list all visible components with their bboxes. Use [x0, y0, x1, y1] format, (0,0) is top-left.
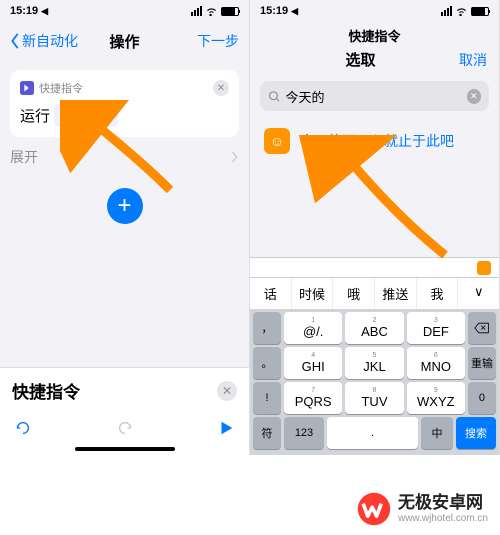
bottom-bar: 快捷指令 ✕: [0, 367, 249, 455]
param-button[interactable]: 快捷指令: [54, 104, 118, 127]
clear-button[interactable]: ✕: [217, 381, 237, 401]
back-label: 新自动化: [22, 31, 78, 51]
undo-icon[interactable]: [14, 419, 32, 437]
key[interactable]: 8TUV: [345, 382, 403, 414]
backspace-icon: [474, 322, 490, 334]
key-space[interactable]: .: [327, 417, 418, 449]
key[interactable]: 1@/.: [284, 312, 342, 344]
run-label: 运行: [20, 108, 50, 125]
location-icon: ◀: [291, 6, 298, 17]
nav-title: 操作: [109, 31, 139, 52]
result-icon: ☺: [264, 128, 290, 154]
nav-header: 快捷指令: [348, 26, 400, 45]
key[interactable]: 2ABC: [345, 312, 403, 344]
wifi-icon: [205, 6, 218, 16]
chevron-right-icon: [231, 151, 239, 163]
result-text: 今天的不开心就止于此吧: [300, 131, 454, 151]
key-period[interactable]: 。: [253, 347, 281, 379]
key-symbol[interactable]: 符: [253, 417, 281, 449]
phone-left: 15:19◀ 新自动化 操作 下一步 快捷指令 ✕: [0, 0, 250, 455]
nav-bar: 快捷指令 选取 取消: [250, 22, 499, 76]
key-shift[interactable]: !: [253, 382, 281, 414]
status-time: 15:19: [260, 5, 288, 17]
search-result-item[interactable]: ☺ 今天的不开心就止于此吧: [250, 116, 499, 166]
suggestion[interactable]: 推送: [375, 278, 417, 309]
keyboard: 话 时候 哦 推送 我 ∨ ， 1@/. 2ABC 3DEF 。 4GHI: [250, 257, 499, 455]
key[interactable]: 3DEF: [407, 312, 465, 344]
watermark-url: www.wjhotel.com.cn: [398, 513, 488, 524]
watermark: 无极安卓网 www.wjhotel.com.cn: [356, 491, 488, 527]
signal-icon: [191, 6, 202, 16]
key[interactable]: 7PQRS: [284, 382, 342, 414]
cancel-button[interactable]: 取消: [459, 50, 487, 70]
action-card: 快捷指令 ✕ 运行 快捷指令: [10, 70, 239, 137]
battery-icon: [471, 7, 489, 16]
suggestion[interactable]: 哦: [333, 278, 375, 309]
suggestion-more[interactable]: ∨: [458, 278, 499, 309]
suggestion[interactable]: 我: [417, 278, 459, 309]
signal-icon: [441, 6, 452, 16]
search-input[interactable]: [286, 89, 462, 104]
shortcut-name-label: 快捷指令: [12, 378, 80, 403]
watermark-logo: [356, 491, 392, 527]
shortcut-icon: [20, 81, 34, 95]
battery-icon: [221, 7, 239, 16]
status-time: 15:19: [10, 5, 38, 17]
card-head-label: 快捷指令: [39, 80, 83, 96]
card-close-button[interactable]: ✕: [213, 80, 229, 96]
key-delete[interactable]: [468, 312, 496, 344]
watermark-name: 无极安卓网: [398, 494, 488, 513]
status-bar: 15:19◀: [0, 0, 249, 22]
redo-icon[interactable]: [116, 419, 134, 437]
add-action-button[interactable]: +: [107, 188, 143, 224]
suggestion[interactable]: 话: [250, 278, 292, 309]
keyboard-switch-icon[interactable]: [477, 261, 491, 275]
key-123[interactable]: 123: [284, 417, 324, 449]
suggestion[interactable]: 时候: [292, 278, 334, 309]
key-clear[interactable]: 重输: [468, 347, 496, 379]
suggestion-bar: 话 时候 哦 推送 我 ∨: [250, 277, 499, 309]
search-icon: [268, 90, 281, 103]
candidate-bar: [250, 257, 499, 277]
key[interactable]: 5JKL: [345, 347, 403, 379]
key-zero[interactable]: 0: [468, 382, 496, 414]
key[interactable]: 9WXYZ: [407, 382, 465, 414]
expand-button[interactable]: 展开: [10, 147, 239, 167]
expand-label: 展开: [10, 147, 38, 167]
home-indicator: [75, 447, 175, 451]
key-comma[interactable]: ，: [253, 312, 281, 344]
key[interactable]: 4GHI: [284, 347, 342, 379]
location-icon: ◀: [41, 6, 48, 17]
phone-right: 15:19◀ 快捷指令 选取 取消 ✕ ☺ 今天的不开心就止于此吧: [250, 0, 500, 455]
key-search[interactable]: 搜索: [456, 417, 496, 449]
search-bar[interactable]: ✕: [260, 81, 489, 111]
play-icon[interactable]: [217, 419, 235, 437]
wifi-icon: [455, 6, 468, 16]
key-lang[interactable]: 中: [421, 417, 453, 449]
key[interactable]: 6MNO: [407, 347, 465, 379]
next-button[interactable]: 下一步: [197, 31, 239, 51]
nav-bar: 新自动化 操作 下一步: [0, 22, 249, 60]
status-bar: 15:19◀: [250, 0, 499, 22]
search-clear-button[interactable]: ✕: [467, 89, 481, 104]
back-button[interactable]: 新自动化: [10, 31, 78, 51]
nav-subtitle: 选取: [345, 49, 375, 70]
